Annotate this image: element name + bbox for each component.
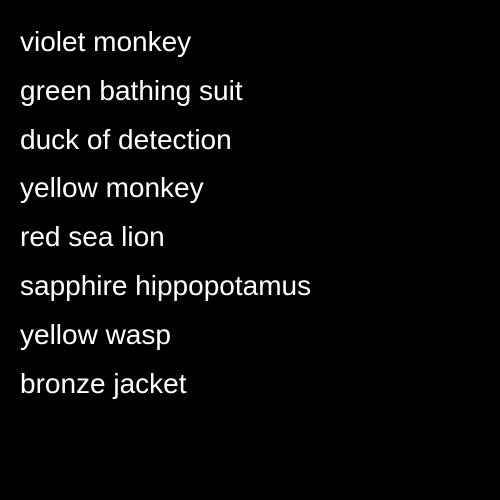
list-item: duck of detection xyxy=(20,123,232,155)
list-item: violet monkey xyxy=(20,26,192,57)
list-item: sapphire hippopotamus xyxy=(20,269,312,301)
list-item: red sea lion xyxy=(20,221,165,253)
list-item: bronze jacket xyxy=(20,367,187,399)
text-list-canvas: violet monkey green bathing suit duck of… xyxy=(0,0,500,500)
list-item: green bathing suit xyxy=(20,74,243,106)
list-item: yellow monkey xyxy=(20,172,204,204)
list-item: yellow wasp xyxy=(20,318,171,350)
word-list: violet monkey green bathing suit duck of… xyxy=(20,18,311,408)
